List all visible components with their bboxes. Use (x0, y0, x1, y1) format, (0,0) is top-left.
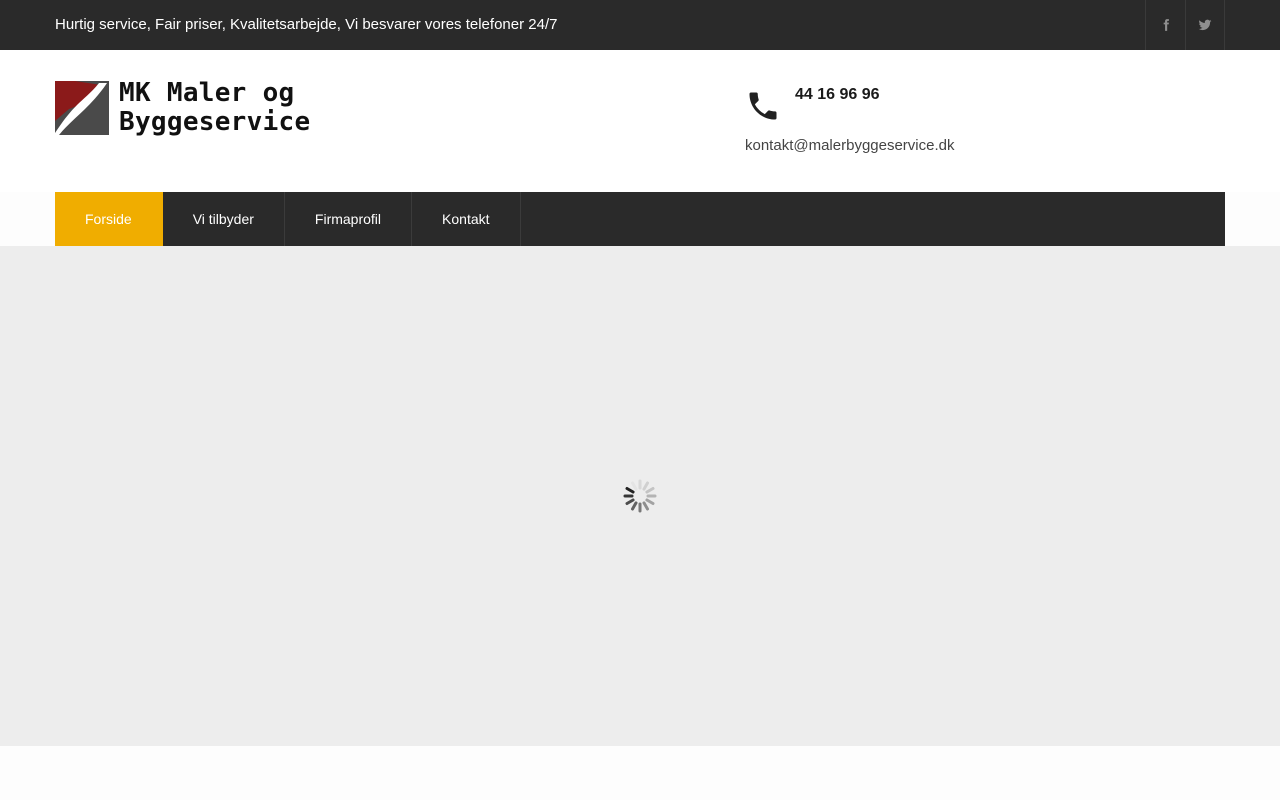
twitter-link[interactable] (1185, 0, 1225, 50)
logo-line-1: MK Maler og (119, 78, 295, 108)
loading-spinner-icon (623, 479, 657, 513)
logo-text: MK Maler og Byggeservice (119, 79, 310, 137)
facebook-icon (1163, 19, 1169, 31)
main-nav: Forside Vi tilbyder Firmaprofil Kontakt (55, 192, 1225, 246)
logo-line-2: Byggeservice (119, 107, 311, 137)
top-bar: Hurtig service, Fair priser, Kvalitetsar… (0, 0, 1280, 50)
nav-item-kontakt[interactable]: Kontakt (412, 192, 521, 246)
phone-number[interactable]: 44 16 96 96 (795, 86, 880, 104)
nav-item-forside[interactable]: Forside (55, 192, 163, 246)
phone-icon-wrap (745, 88, 781, 124)
nav-item-firmaprofil[interactable]: Firmaprofil (285, 192, 413, 246)
facebook-link[interactable] (1145, 0, 1185, 50)
phone-icon (749, 92, 777, 120)
site-header: MK Maler og Byggeservice 44 16 96 96 kon… (0, 50, 1280, 192)
email-link[interactable]: kontakt@malerbyggeservice.dk (745, 137, 955, 154)
logo-mark-icon (55, 81, 109, 135)
social-links (1145, 0, 1225, 50)
tagline: Hurtig service, Fair priser, Kvalitetsar… (55, 16, 558, 33)
twitter-icon (1198, 19, 1212, 31)
site-logo[interactable]: MK Maler og Byggeservice (55, 79, 330, 141)
nav-item-vi-tilbyder[interactable]: Vi tilbyder (163, 192, 285, 246)
